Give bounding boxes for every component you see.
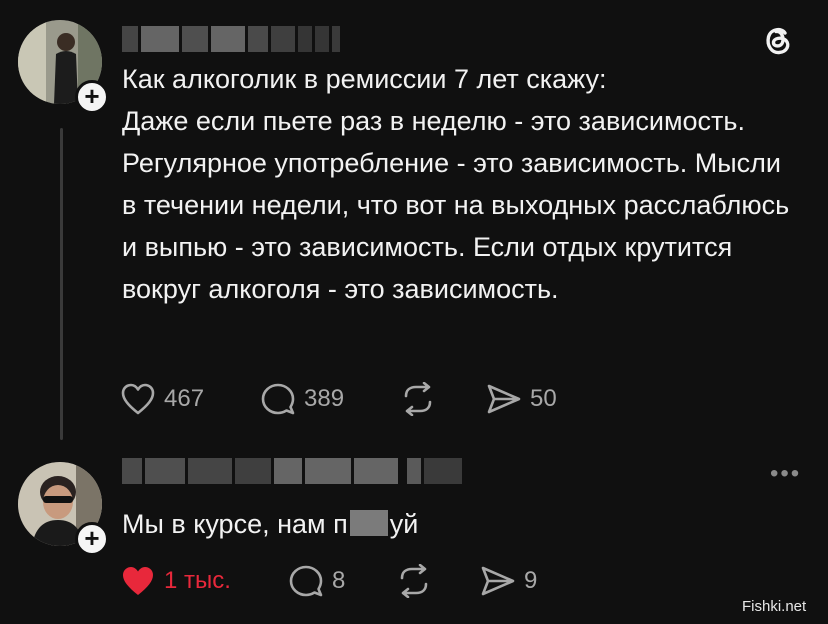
reply-share-button[interactable]: 9 [480,564,537,598]
censor-block [349,510,388,536]
reply-username-blurred[interactable] [122,458,462,484]
follow-plus-button[interactable]: + [75,80,109,114]
reply-reply-button[interactable]: 8 [288,564,345,598]
reply-share-count: 9 [524,567,538,594]
more-options-button[interactable]: ••• [770,460,801,488]
send-icon [481,566,515,596]
reply-like-button[interactable]: 1 тыс. [120,564,231,598]
send-icon [487,384,521,414]
reply-text: Мы в курсе, нам п уй [122,504,418,544]
reply-repost-button[interactable] [396,564,432,598]
heart-icon [121,383,155,415]
comment-bubble-icon [289,565,323,597]
like-count: 467 [164,385,205,412]
share-count: 50 [530,385,557,412]
reply-text-end: уй [389,509,419,539]
heart-filled-icon [123,567,153,595]
watermark: Fishki.net [742,598,807,615]
reply-like-count: 1 тыс. [164,567,231,594]
repost-button[interactable] [400,382,436,416]
username-blurred[interactable] [122,26,340,52]
repost-icon [400,564,428,598]
reply-button[interactable]: 389 [260,382,344,416]
reply-text-start: Мы в курсе, нам п [122,509,348,539]
repost-icon [404,382,432,416]
reply-count: 389 [304,385,345,412]
thread-connector [60,128,63,440]
like-button[interactable]: 467 [120,382,204,416]
threads-logo-icon [760,22,796,58]
post-text: Как алкоголик в ремиссии 7 лет скажу: Да… [122,64,790,304]
reply-reply-count: 8 [332,567,346,594]
comment-bubble-icon [261,383,295,415]
share-button[interactable]: 50 [486,382,557,416]
reply-follow-plus-button[interactable]: + [75,522,109,556]
